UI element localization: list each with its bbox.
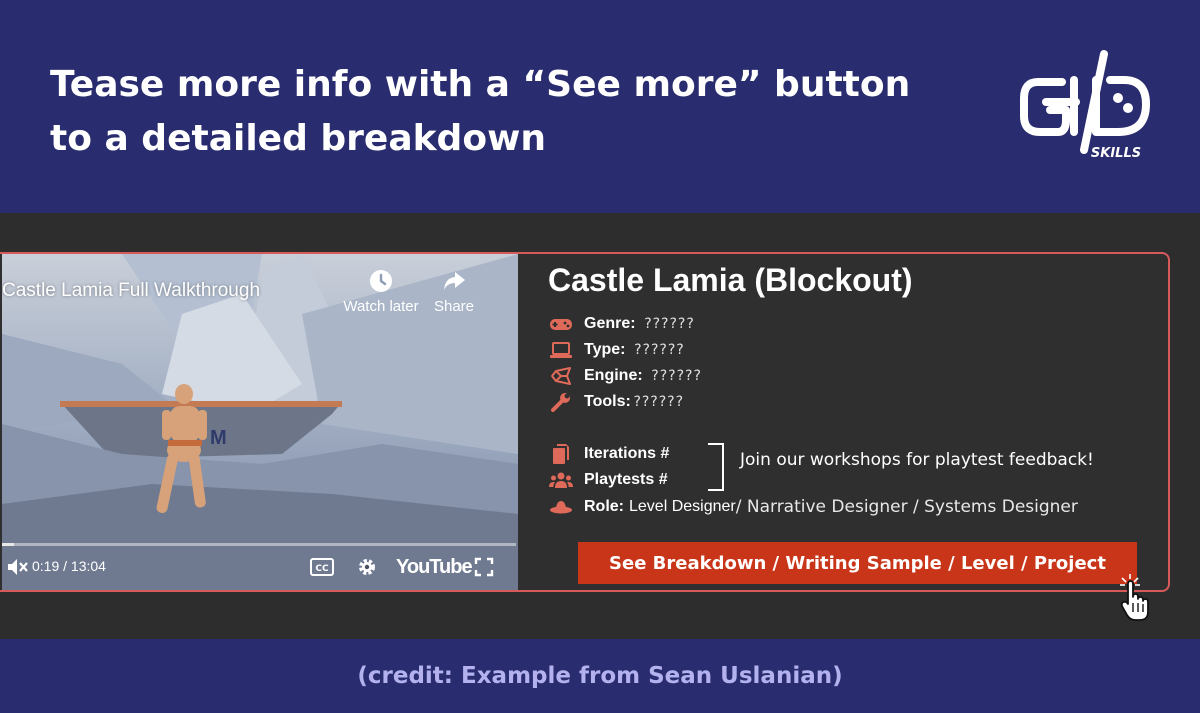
genre-value: ?????? [643, 316, 695, 332]
gamepad-icon [548, 313, 574, 335]
playtests-field: Playtests # [548, 468, 668, 492]
unity-icon [548, 365, 574, 387]
svg-text:M: M [210, 427, 227, 449]
captions-icon[interactable]: CC [310, 558, 334, 576]
engine-value: ?????? [650, 368, 702, 384]
tools-label: Tools: [584, 393, 631, 410]
portfolio-card: M Castle Lamia Full Walkthrough Watch la… [0, 252, 1170, 592]
workshop-note: Join our workshops for playtest feedback… [740, 450, 1094, 470]
type-label: Type: [584, 341, 626, 358]
tools-value: ?????? [632, 394, 684, 410]
video-title[interactable]: Castle Lamia Full Walkthrough [2, 280, 260, 302]
clock-icon [370, 270, 392, 292]
watch-later-label: Watch later [343, 298, 419, 315]
see-breakdown-button[interactable]: See Breakdown / Writing Sample / Level /… [578, 542, 1137, 584]
share-icon [444, 272, 465, 290]
settings-gear-icon[interactable] [356, 556, 378, 578]
genre-field: Genre: ?????? [548, 312, 694, 336]
headline: Tease more info with a “See more” button… [50, 58, 1010, 166]
project-title: Castle Lamia (Blockout) [548, 262, 913, 298]
hand-pointer-cursor-icon [1120, 574, 1149, 621]
iterations-label: Iterations # [584, 445, 670, 462]
type-field: Type: ?????? [548, 338, 684, 362]
engine-field: Engine: ?????? [548, 364, 701, 388]
headline-line-2: to a detailed breakdown [50, 118, 546, 159]
playtests-label: Playtests # [584, 471, 668, 488]
role-value: Level Designer [629, 498, 736, 515]
hat-icon [548, 496, 574, 518]
genre-label: Genre: [584, 315, 636, 332]
svg-text:CC: CC [315, 564, 329, 574]
role-label: Role: [584, 498, 624, 515]
tools-field: Tools: ?????? [548, 390, 683, 414]
headline-line-1: Tease more info with a “See more” button [50, 64, 911, 105]
role-other-options: / Narrative Designer / Systems Designer [735, 497, 1078, 517]
documents-icon [548, 443, 574, 465]
mute-icon[interactable] [6, 556, 28, 578]
wrench-icon [548, 391, 574, 413]
video-time: 0:19 / 13:04 [32, 558, 106, 574]
iterations-field: Iterations # [548, 442, 669, 466]
gd-skills-logo: SKILLS [1020, 50, 1150, 161]
player-controls: 0:19 / 13:04 CC YouTube [2, 546, 518, 590]
role-field: Role: Level Designer / Narrative Designe… [548, 495, 1078, 519]
share-button[interactable]: Share [424, 268, 484, 315]
bracket-divider [708, 443, 724, 491]
type-value: ?????? [633, 342, 685, 358]
youtube-logo[interactable]: YouTube [396, 556, 473, 579]
watch-later-button[interactable]: Watch later [336, 268, 426, 315]
credit-text: (credit: Example from Sean Uslanian) [357, 663, 843, 689]
header-banner: Tease more info with a “See more” button… [0, 0, 1200, 213]
svg-text:SKILLS: SKILLS [1091, 146, 1141, 161]
users-icon [548, 469, 574, 491]
engine-label: Engine: [584, 367, 643, 384]
fullscreen-icon[interactable] [474, 557, 494, 577]
laptop-icon [548, 339, 574, 361]
share-label: Share [433, 298, 475, 315]
footer: (credit: Example from Sean Uslanian) [0, 639, 1200, 713]
video-player[interactable]: M Castle Lamia Full Walkthrough Watch la… [2, 254, 518, 590]
